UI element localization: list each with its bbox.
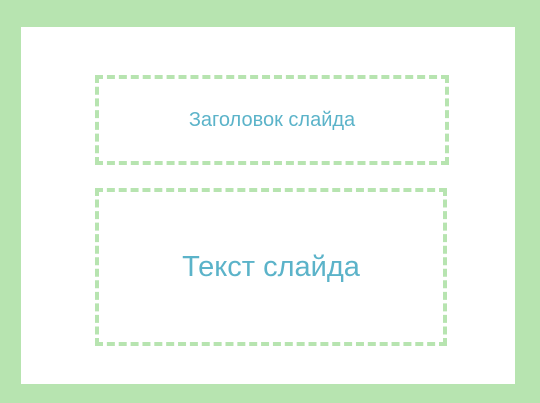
- title-placeholder[interactable]: Заголовок слайда: [95, 75, 449, 165]
- body-placeholder-text: Текст слайда: [182, 250, 360, 283]
- slide-frame: Заголовок слайда Текст слайда: [0, 0, 540, 403]
- body-placeholder[interactable]: Текст слайда: [95, 188, 447, 346]
- title-placeholder-text: Заголовок слайда: [188, 108, 356, 131]
- slide-canvas[interactable]: Заголовок слайда Текст слайда: [21, 27, 515, 384]
